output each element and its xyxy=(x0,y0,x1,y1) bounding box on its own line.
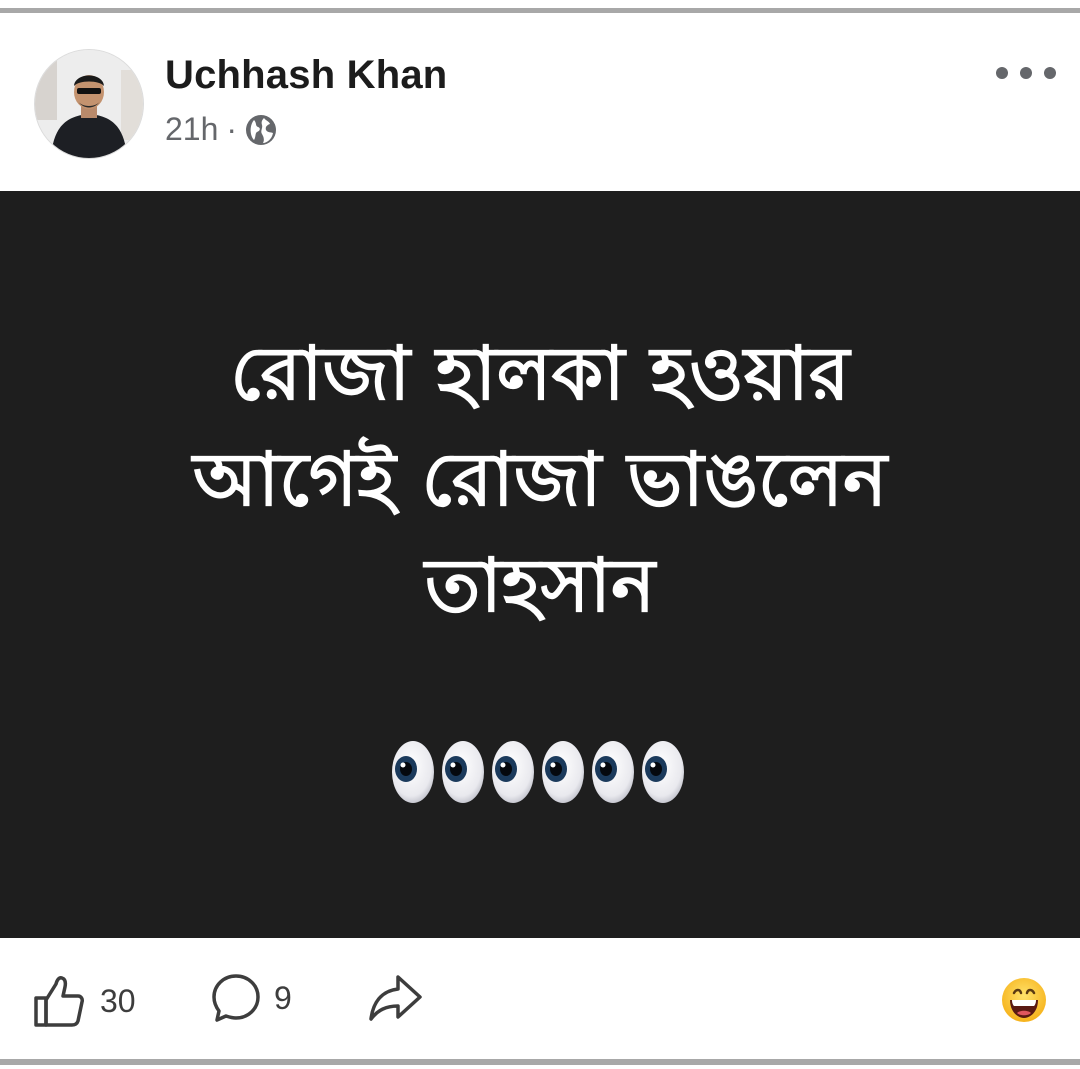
grinning-face-emoji[interactable] xyxy=(1000,976,1048,1024)
post-header: Uchhash Khan 21h · xyxy=(0,13,1080,191)
share-button[interactable] xyxy=(366,972,424,1024)
eye-emoji xyxy=(440,739,486,805)
like-button[interactable]: 30 xyxy=(30,972,136,1030)
post-media[interactable]: রোজা হালকা হওয়ার আগেই রোজা ভাঙলেন তাহসা… xyxy=(0,191,1080,938)
meta-separator: · xyxy=(226,111,238,147)
post-time[interactable]: 21h xyxy=(165,111,218,148)
comment-button[interactable]: 9 xyxy=(210,972,292,1024)
eye-emoji xyxy=(540,739,586,805)
avatar[interactable] xyxy=(34,49,144,159)
headline-line: রোজা হালকা হওয়ার xyxy=(230,331,850,417)
eyes-emoji-row xyxy=(390,739,690,809)
comment-count: 9 xyxy=(274,979,292,1016)
eye-emoji xyxy=(590,739,636,805)
eye-emoji xyxy=(490,739,536,805)
headline-line: আগেই রোজা ভাঙলেন xyxy=(192,437,888,523)
like-count: 30 xyxy=(100,982,136,1019)
headline-line: তাহসান xyxy=(424,543,656,629)
eye-emoji xyxy=(390,739,436,805)
action-bar: 30 9 xyxy=(0,938,1080,1059)
more-options-icon[interactable] xyxy=(996,61,1056,85)
post-headline: রোজা হালকা হওয়ার আগেই রোজা ভাঙলেন তাহসা… xyxy=(0,321,1080,639)
share-arrow-icon xyxy=(366,972,424,1024)
comment-bubble-icon xyxy=(210,972,262,1024)
author-name[interactable]: Uchhash Khan xyxy=(165,53,447,98)
post-meta: 21h · xyxy=(165,111,277,148)
globe-icon[interactable] xyxy=(245,114,277,146)
bottom-divider xyxy=(0,1059,1080,1065)
thumbs-up-icon xyxy=(30,972,88,1030)
eye-emoji xyxy=(640,739,686,805)
